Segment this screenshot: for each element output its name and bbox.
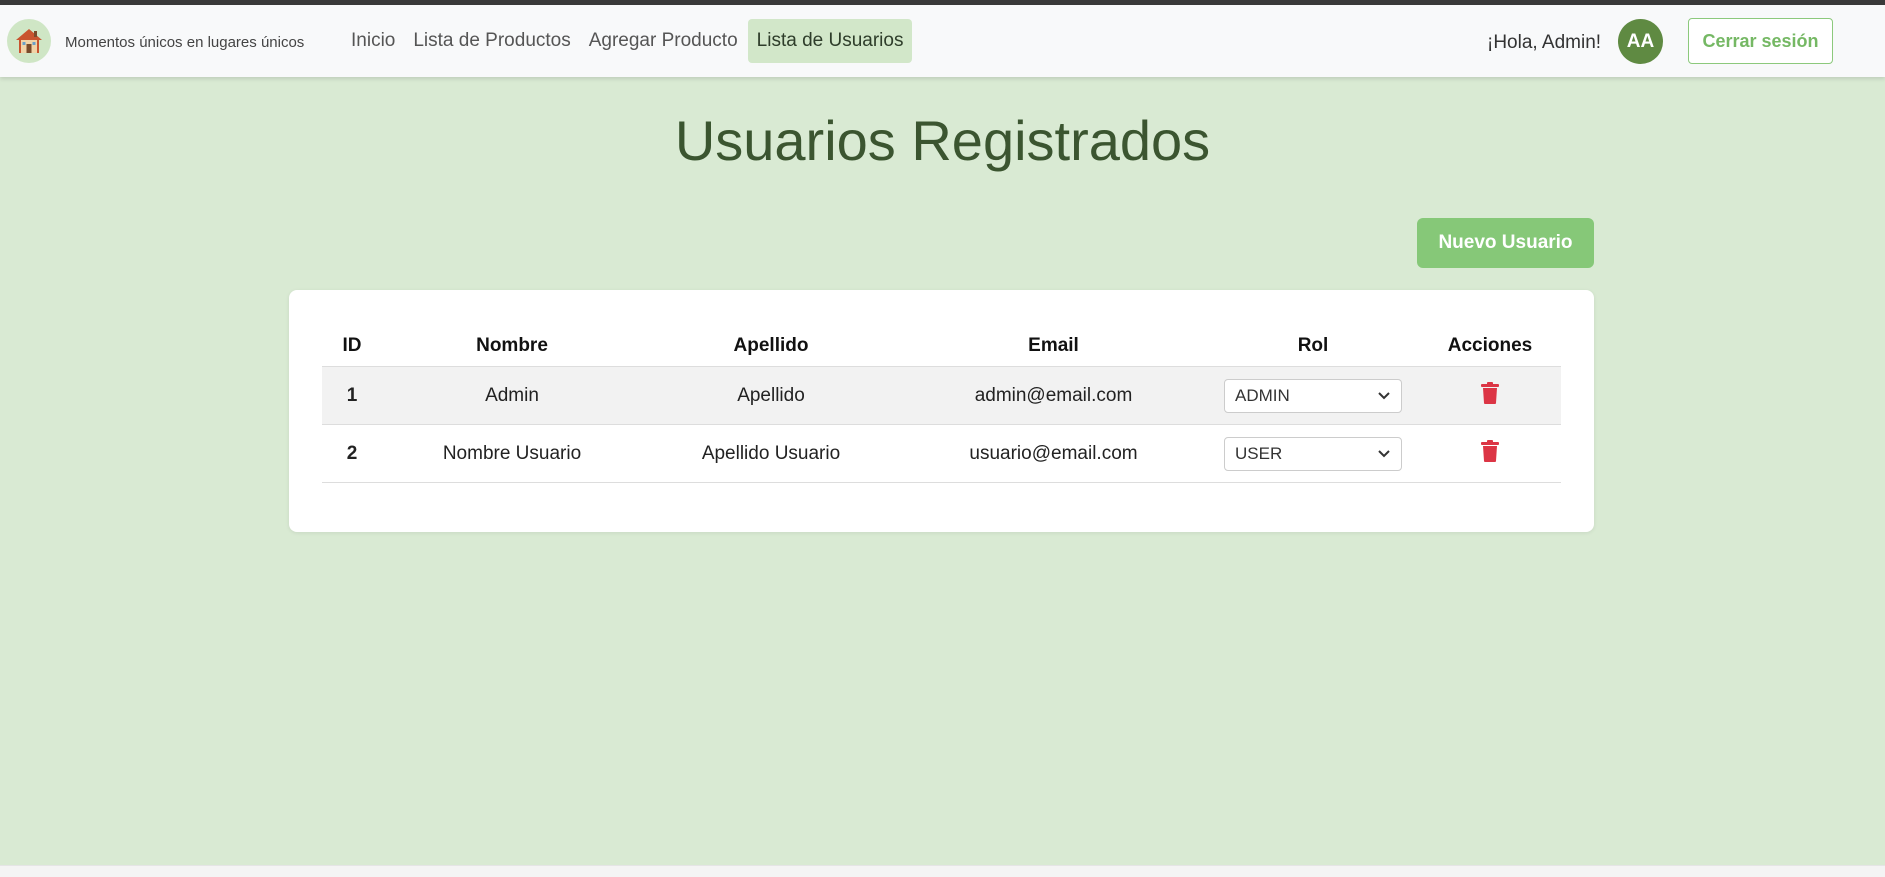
users-card: ID Nombre Apellido Email Rol Acciones 1 … — [289, 290, 1594, 532]
cell-rol: USER — [1207, 424, 1419, 483]
cell-apellido: Apellido — [642, 366, 900, 425]
cell-nombre: Nombre Usuario — [382, 424, 642, 483]
trash-icon — [1481, 381, 1499, 404]
column-header-acciones: Acciones — [1419, 326, 1561, 367]
main-nav: Inicio Lista de Productos Agregar Produc… — [342, 19, 913, 63]
trash-icon — [1481, 439, 1499, 462]
nav-inicio[interactable]: Inicio — [342, 19, 404, 63]
user-greeting: ¡Hola, Admin! — [1487, 32, 1602, 53]
logout-button[interactable]: Cerrar sesión — [1688, 18, 1833, 64]
logo[interactable] — [7, 19, 51, 63]
role-select[interactable]: ADMIN — [1224, 378, 1402, 413]
cell-email: usuario@email.com — [900, 424, 1207, 483]
column-header-email: Email — [900, 326, 1207, 367]
nav-lista-productos[interactable]: Lista de Productos — [404, 19, 579, 63]
role-select-value: ADMIN — [1235, 385, 1290, 405]
cell-acciones — [1419, 424, 1561, 483]
page-title: Usuarios Registrados — [674, 109, 1211, 172]
column-header-id: ID — [322, 326, 382, 367]
table-row: 1 Admin Apellido admin@email.com ADMIN — [322, 366, 1561, 425]
cell-apellido: Apellido Usuario — [642, 424, 900, 483]
cell-acciones — [1419, 366, 1561, 425]
footer — [0, 865, 1885, 877]
avatar[interactable]: AA — [1618, 19, 1663, 64]
role-select[interactable]: USER — [1224, 436, 1402, 471]
chevron-down-icon — [1378, 449, 1390, 457]
nav-lista-usuarios[interactable]: Lista de Usuarios — [747, 19, 913, 63]
table-row: 2 Nombre Usuario Apellido Usuario usuari… — [322, 424, 1561, 483]
column-header-nombre: Nombre — [382, 326, 642, 367]
cell-email: admin@email.com — [900, 366, 1207, 425]
table-header-row: ID Nombre Apellido Email Rol Acciones — [322, 326, 1561, 367]
column-header-rol: Rol — [1207, 326, 1419, 367]
role-select-value: USER — [1235, 443, 1283, 463]
users-table: ID Nombre Apellido Email Rol Acciones 1 … — [322, 326, 1561, 483]
cell-id: 2 — [322, 424, 382, 483]
navbar: Momentos únicos en lugares únicos Inicio… — [0, 5, 1885, 77]
chevron-down-icon — [1378, 391, 1390, 399]
delete-user-button[interactable] — [1481, 439, 1499, 468]
new-user-button[interactable]: Nuevo Usuario — [1417, 218, 1594, 268]
delete-user-button[interactable] — [1481, 381, 1499, 410]
cell-id: 1 — [322, 366, 382, 425]
column-header-apellido: Apellido — [642, 326, 900, 367]
cell-rol: ADMIN — [1207, 366, 1419, 425]
cell-nombre: Admin — [382, 366, 642, 425]
nav-agregar-producto[interactable]: Agregar Producto — [580, 19, 747, 63]
house-icon — [16, 29, 42, 53]
slogan: Momentos únicos en lugares únicos — [65, 34, 305, 51]
